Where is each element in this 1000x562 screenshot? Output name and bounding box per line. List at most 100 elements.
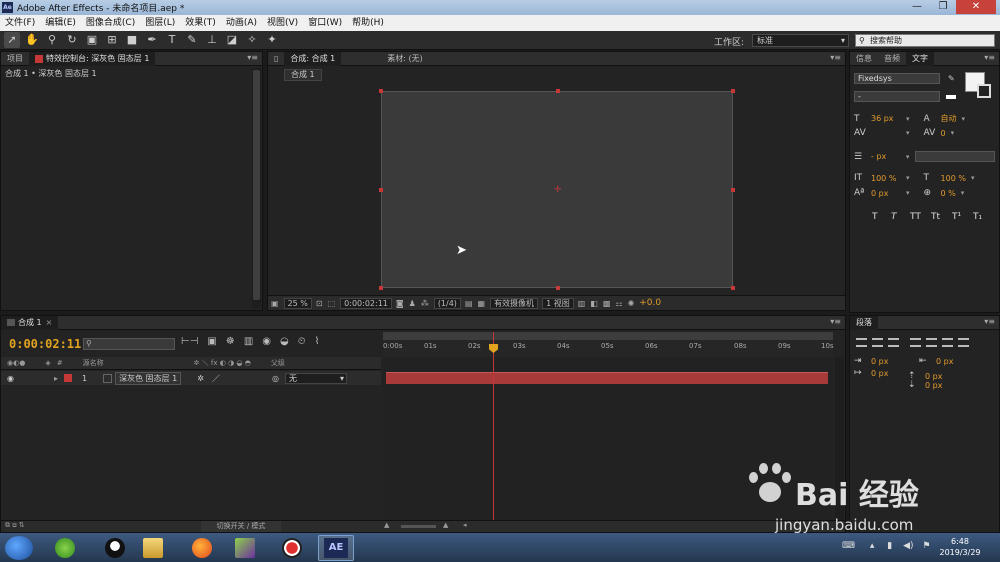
resolution-dropdown[interactable]: (1/4) <box>433 297 461 309</box>
parent-header[interactable]: 父级 <box>271 358 285 368</box>
zoom-tool-icon[interactable]: ⚲ <box>44 32 60 48</box>
eyedropper-icon[interactable]: ✎ <box>948 74 955 83</box>
quality-switch-icon[interactable]: ／ <box>212 373 220 384</box>
menu-animation[interactable]: 动画(A) <box>221 15 262 31</box>
zoom-in-icon[interactable]: ▲ <box>443 521 448 529</box>
panel-menu-icon[interactable]: ▾≡ <box>830 53 841 62</box>
menu-help[interactable]: 帮助(H) <box>347 15 389 31</box>
superscript-button[interactable]: T¹ <box>952 212 973 222</box>
tracking-value[interactable]: 0 <box>941 129 946 138</box>
current-time-display[interactable]: 0:00:02:11 <box>9 337 81 351</box>
align-center-icon[interactable] <box>872 338 883 347</box>
indent-first-value[interactable]: 0 px <box>871 369 907 378</box>
region-of-interest-icon[interactable]: ▤ <box>465 299 473 308</box>
space-after-value[interactable]: 0 px <box>925 381 942 390</box>
pan-behind-tool-icon[interactable]: ⊞ <box>104 32 120 48</box>
menu-view[interactable]: 视图(V) <box>262 15 303 31</box>
menu-window[interactable]: 窗口(W) <box>303 15 347 31</box>
mask-visibility-icon[interactable]: ⬚ <box>328 299 336 308</box>
faux-bold-button[interactable]: T <box>872 212 891 222</box>
snapshot-icon[interactable]: ◙ <box>396 299 404 308</box>
justify-right-icon[interactable] <box>942 338 953 347</box>
panel-menu-icon[interactable]: ▾≡ <box>984 317 995 326</box>
project-scrollbar[interactable] <box>252 68 261 308</box>
pen-tool-icon[interactable]: ✒ <box>144 32 160 48</box>
rotate-tool-icon[interactable]: ↻ <box>64 32 80 48</box>
volume-icon[interactable]: ◀) <box>903 541 913 551</box>
camera-dropdown[interactable]: 有效摄像机 <box>490 297 539 309</box>
exposure-icon[interactable]: ✺ <box>628 299 635 308</box>
parent-pickwhip-icon[interactable]: ◎ <box>272 374 279 383</box>
horizontal-scale-value[interactable]: 100 % <box>941 174 966 183</box>
chevron-down-icon[interactable]: ▾ <box>951 129 955 137</box>
exposure-value[interactable]: +0.0 <box>639 298 661 308</box>
help-search-input[interactable]: ⚲ 搜索帮助 <box>855 34 995 47</box>
toggle-pixel-aspect-icon[interactable]: ▥ <box>578 299 586 308</box>
flowchart-icon[interactable]: ⚏ <box>615 299 622 308</box>
tab-effect-controls[interactable]: 特效控制台: 深灰色 固态层 1 <box>29 51 156 66</box>
table-row[interactable]: ◉ ▸ 1 深灰色 固态层 1 ✲ ／ ◎ 无 ▾ <box>1 371 381 385</box>
parent-dropdown[interactable]: 无 ▾ <box>284 372 347 384</box>
tab-character[interactable]: 文字 <box>906 51 934 66</box>
taskbar-ae-app[interactable]: AE <box>318 535 354 561</box>
transparency-grid-icon[interactable]: ▦ <box>478 299 486 308</box>
eraser-tool-icon[interactable]: ◪ <box>224 32 240 48</box>
keyboard-icon[interactable]: ⌨ <box>842 541 855 551</box>
maximize-button[interactable]: ❐ <box>930 0 956 14</box>
indent-left-value[interactable]: 0 px <box>871 357 907 366</box>
menu-effect[interactable]: 效果(T) <box>180 15 221 31</box>
all-caps-button[interactable]: TT <box>910 212 931 222</box>
baseline-shift-value[interactable]: 0 px <box>871 189 901 198</box>
tab-info[interactable]: 信息 <box>850 52 878 66</box>
justify-center-icon[interactable] <box>926 338 937 347</box>
chevron-down-icon[interactable]: ▾ <box>971 174 975 182</box>
auto-keyframe-icon[interactable]: ⏲ <box>298 336 306 347</box>
workspace-dropdown[interactable]: 标准 ▾ <box>752 34 849 47</box>
timeline-icon[interactable]: ▩ <box>603 299 611 308</box>
font-style-dropdown[interactable]: - <box>854 91 940 102</box>
chevron-down-icon[interactable]: ▾ <box>906 115 910 123</box>
layer-name[interactable]: 深灰色 固态层 1 <box>115 371 182 385</box>
camera-tool-icon[interactable]: ▣ <box>84 32 100 48</box>
chevron-down-icon[interactable]: ▾ <box>962 115 966 123</box>
vertical-scale-value[interactable]: 100 % <box>871 174 901 183</box>
taskbar-player-app[interactable] <box>227 535 263 561</box>
start-button[interactable] <box>5 536 33 560</box>
justify-left-icon[interactable] <box>910 338 921 347</box>
justify-all-icon[interactable] <box>958 338 969 347</box>
font-size-value[interactable]: 36 px <box>871 114 901 123</box>
chevron-down-icon[interactable]: ▾ <box>906 153 910 161</box>
tab-project[interactable]: 项目 <box>1 52 29 66</box>
draft-3d-icon[interactable]: ▣ <box>207 336 216 347</box>
shy-layers-icon[interactable]: ☸ <box>226 336 235 347</box>
stroke-order-dropdown[interactable] <box>915 151 995 162</box>
footer-toggles-icon[interactable]: ⧉ ⧈ ⇅ <box>5 521 25 530</box>
taskbar-recorder-app[interactable] <box>274 535 310 561</box>
chevron-down-icon[interactable]: ▾ <box>961 189 965 197</box>
brainstorm-icon[interactable]: ◒ <box>280 336 289 347</box>
menu-edit[interactable]: 编辑(E) <box>40 15 81 31</box>
layer-search-input[interactable]: ⚲ <box>83 338 175 350</box>
shy-switch-icon[interactable]: ✲ <box>197 374 204 383</box>
always-preview-icon[interactable]: ▣ <box>271 299 279 308</box>
magnification-dropdown[interactable]: 25 % <box>283 297 312 309</box>
eye-icon[interactable]: ◉ <box>7 374 14 383</box>
expand-arrow-icon[interactable]: ▸ <box>54 374 58 383</box>
system-clock[interactable]: 6:48 2019/3/29 <box>930 536 990 558</box>
font-family-dropdown[interactable]: Fixedsys <box>854 73 940 84</box>
subscript-button[interactable]: T₁ <box>973 212 992 222</box>
menu-composition[interactable]: 图像合成(C) <box>81 15 140 31</box>
minimize-button[interactable]: — <box>904 0 930 14</box>
white-swatch-icon[interactable] <box>946 94 956 99</box>
chevron-down-icon[interactable]: ▾ <box>906 189 910 197</box>
lock-icon[interactable]: ▯ <box>268 52 284 66</box>
scroll-left-icon[interactable]: ◂ <box>463 521 467 529</box>
frame-blending-icon[interactable]: ▥ <box>244 336 253 347</box>
panel-menu-icon[interactable]: ▾≡ <box>247 53 258 62</box>
taskbar-360-app[interactable] <box>47 535 83 561</box>
graph-editor-icon[interactable]: ⌇ <box>315 336 320 347</box>
tab-composition[interactable]: 合成: 合成 1 <box>284 51 342 66</box>
zoom-out-icon[interactable]: ▲ <box>384 521 389 529</box>
close-button[interactable]: ✕ <box>956 0 996 14</box>
source-name-header[interactable]: 源名称 <box>83 358 104 368</box>
